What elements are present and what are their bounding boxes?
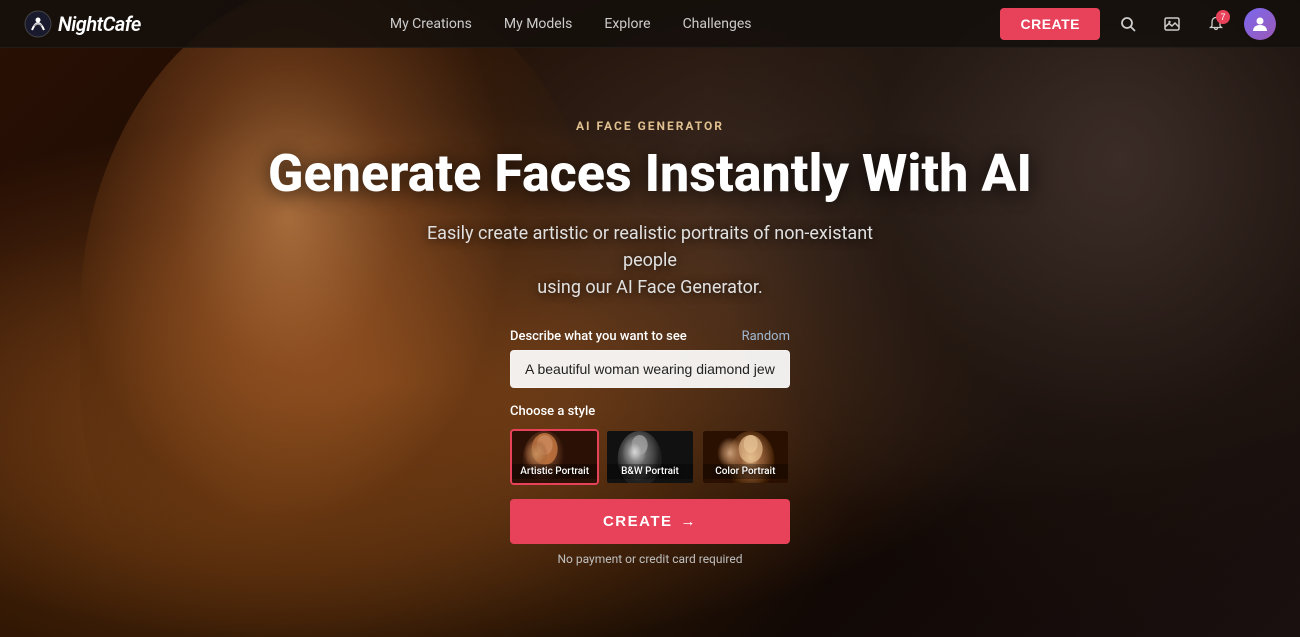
search-icon <box>1120 16 1136 32</box>
style-options: Artistic Portrait <box>510 429 790 485</box>
describe-label: Describe what you want to see <box>510 329 687 344</box>
create-nav-button[interactable]: CREATE <box>1000 8 1100 40</box>
main-title: Generate Faces Instantly With AI <box>268 145 1032 202</box>
subtitle-line2: using our AI Face Generator. <box>537 277 762 298</box>
style-bw-card[interactable]: B&W Portrait <box>605 429 694 485</box>
create-submit-label: CREATE <box>603 513 673 530</box>
field-header: Describe what you want to see Random <box>510 329 790 344</box>
logo-icon <box>24 10 52 38</box>
navbar-left: NightCafe <box>24 10 141 38</box>
navbar-center: My Creations My Models Explore Challenge… <box>390 16 752 32</box>
style-label: Choose a style <box>510 404 790 419</box>
image-icon <box>1164 16 1180 32</box>
nav-explore[interactable]: Explore <box>604 16 650 32</box>
main-subtitle: Easily create artistic or realistic port… <box>400 220 900 301</box>
describe-input[interactable] <box>510 350 790 388</box>
navbar: NightCafe My Creations My Models Explore… <box>0 0 1300 48</box>
subtitle-line1: Easily create artistic or realistic port… <box>427 223 873 271</box>
main-content: AI FACE GENERATOR Generate Faces Instant… <box>0 48 1300 637</box>
no-payment-text: No payment or credit card required <box>510 552 790 566</box>
style-artistic-label: Artistic Portrait <box>512 464 597 479</box>
user-avatar[interactable] <box>1244 8 1276 40</box>
notifications-button[interactable]: 7 <box>1200 8 1232 40</box>
style-color-card[interactable]: Color Portrait <box>701 429 790 485</box>
logo-text: NightCafe <box>58 12 141 36</box>
navbar-right: CREATE 7 <box>1000 8 1276 40</box>
nav-my-models[interactable]: My Models <box>504 16 572 32</box>
image-button[interactable] <box>1156 8 1188 40</box>
logo[interactable]: NightCafe <box>24 10 141 38</box>
style-color-label: Color Portrait <box>703 464 788 479</box>
page-label: AI FACE GENERATOR <box>576 119 724 133</box>
create-submit-arrow: → <box>681 513 698 530</box>
avatar-icon <box>1251 15 1269 33</box>
style-bw-label: B&W Portrait <box>607 464 692 479</box>
random-link[interactable]: Random <box>742 329 790 344</box>
notification-badge: 7 <box>1216 10 1230 24</box>
search-button[interactable] <box>1112 8 1144 40</box>
style-artistic-card[interactable]: Artistic Portrait <box>510 429 599 485</box>
form-container: Describe what you want to see Random Cho… <box>510 329 790 566</box>
nav-my-creations[interactable]: My Creations <box>390 16 472 32</box>
nav-challenges[interactable]: Challenges <box>683 16 752 32</box>
create-submit-button[interactable]: CREATE → <box>510 499 790 544</box>
